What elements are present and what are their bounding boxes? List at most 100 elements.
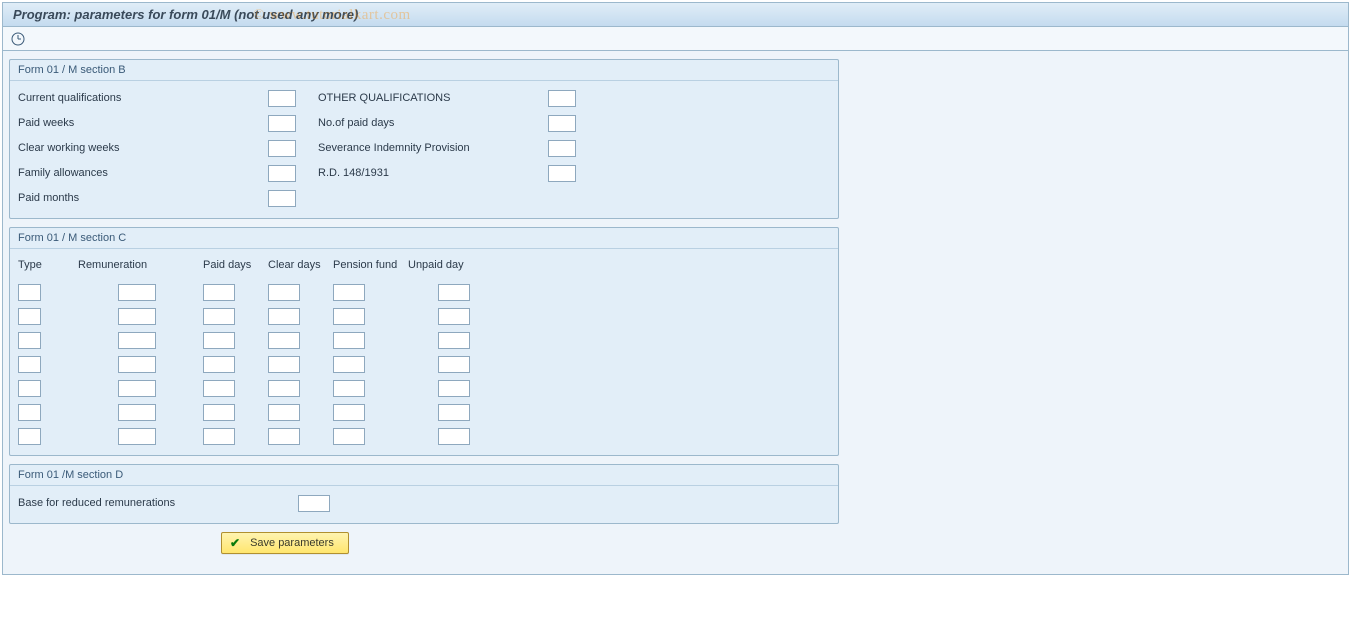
input-c-pension-fund[interactable] [333,284,365,301]
input-c-paid-days[interactable] [203,284,235,301]
input-c-unpaid-day[interactable] [438,332,470,349]
label-rd-148-1931: R.D. 148/1931 [318,167,548,179]
input-other-qualifications[interactable] [548,90,576,107]
input-c-clear-days[interactable] [268,380,300,397]
input-c-type[interactable] [18,308,41,325]
input-clear-working-weeks[interactable] [268,140,296,157]
section-b-row: Paid months [18,187,830,209]
section-c-rows [18,281,830,447]
input-c-pension-fund[interactable] [333,404,365,421]
input-c-pension-fund[interactable] [333,380,365,397]
label-current-qualifications: Current qualifications [18,92,268,104]
input-c-type[interactable] [18,404,41,421]
group-body-section-c: Type Remuneration Paid days Clear days P… [10,249,838,455]
content-area: Form 01 / M section B Current qualificat… [3,51,1348,574]
group-section-c: Form 01 / M section C Type Remuneration … [9,227,839,456]
title-bar: Program: parameters for form 01/M (not u… [3,3,1348,27]
group-title-section-b: Form 01 / M section B [10,60,838,81]
input-c-pension-fund[interactable] [333,332,365,349]
label-paid-months: Paid months [18,192,268,204]
input-c-paid-days[interactable] [203,404,235,421]
input-c-type[interactable] [18,428,41,445]
input-c-remuneration[interactable] [118,404,156,421]
header-paid-days: Paid days [203,259,268,271]
input-c-clear-days[interactable] [268,356,300,373]
input-current-qualifications[interactable] [268,90,296,107]
section-b-row: Clear working weeks Severance Indemnity … [18,137,830,159]
input-c-unpaid-day[interactable] [438,380,470,397]
section-c-header: Type Remuneration Paid days Clear days P… [18,255,830,275]
input-c-paid-days[interactable] [203,428,235,445]
input-c-remuneration[interactable] [118,284,156,301]
header-clear-days: Clear days [268,259,333,271]
input-family-allowances[interactable] [268,165,296,182]
input-c-remuneration[interactable] [118,380,156,397]
input-c-remuneration[interactable] [118,356,156,373]
input-c-remuneration[interactable] [118,428,156,445]
input-c-unpaid-day[interactable] [438,284,470,301]
label-clear-working-weeks: Clear working weeks [18,142,268,154]
save-parameters-button[interactable]: ✔ Save parameters [221,532,349,554]
input-c-type[interactable] [18,284,41,301]
input-base-reduced-remunerations[interactable] [298,495,330,512]
section-b-row: Family allowances R.D. 148/1931 [18,162,830,184]
watermark: © www.tutorialkart.com [253,7,411,24]
section-c-row [18,425,830,447]
input-c-unpaid-day[interactable] [438,356,470,373]
input-c-remuneration[interactable] [118,308,156,325]
input-c-clear-days[interactable] [268,332,300,349]
input-c-clear-days[interactable] [268,284,300,301]
input-c-type[interactable] [18,380,41,397]
input-c-unpaid-day[interactable] [438,428,470,445]
input-c-paid-days[interactable] [203,308,235,325]
label-paid-weeks: Paid weeks [18,117,268,129]
input-c-paid-days[interactable] [203,332,235,349]
group-title-section-d: Form 01 /M section D [10,465,838,486]
input-c-unpaid-day[interactable] [438,308,470,325]
execute-icon[interactable] [9,30,27,48]
input-paid-weeks[interactable] [268,115,296,132]
input-c-clear-days[interactable] [268,308,300,325]
input-c-type[interactable] [18,332,41,349]
header-remuneration: Remuneration [78,259,183,271]
header-unpaid-day: Unpaid day [408,259,478,271]
input-paid-days[interactable] [548,115,576,132]
label-base-reduced-remunerations: Base for reduced remunerations [18,497,298,509]
save-parameters-label: Save parameters [250,537,334,549]
input-c-remuneration[interactable] [118,332,156,349]
input-severance-indemnity[interactable] [548,140,576,157]
label-family-allowances: Family allowances [18,167,268,179]
input-c-pension-fund[interactable] [333,356,365,373]
action-row: ✔ Save parameters [221,532,1342,554]
input-c-paid-days[interactable] [203,356,235,373]
section-c-row [18,281,830,303]
input-c-pension-fund[interactable] [333,308,365,325]
section-c-row [18,305,830,327]
section-c-row [18,377,830,399]
label-severance-indemnity: Severance Indemnity Provision [318,142,548,154]
check-icon: ✔ [230,536,240,550]
group-title-section-c: Form 01 / M section C [10,228,838,249]
group-body-section-d: Base for reduced remunerations [10,486,838,523]
app-window: Program: parameters for form 01/M (not u… [2,2,1349,575]
group-section-d: Form 01 /M section D Base for reduced re… [9,464,839,524]
input-c-unpaid-day[interactable] [438,404,470,421]
input-c-clear-days[interactable] [268,404,300,421]
group-body-section-b: Current qualifications OTHER QUALIFICATI… [10,81,838,218]
input-paid-months[interactable] [268,190,296,207]
input-c-clear-days[interactable] [268,428,300,445]
label-paid-days: No.of paid days [318,117,548,129]
section-b-row: Current qualifications OTHER QUALIFICATI… [18,87,830,109]
label-other-qualifications: OTHER QUALIFICATIONS [318,92,548,104]
section-c-row [18,401,830,423]
section-c-row [18,353,830,375]
input-c-paid-days[interactable] [203,380,235,397]
input-rd-148-1931[interactable] [548,165,576,182]
input-c-pension-fund[interactable] [333,428,365,445]
header-pension-fund: Pension fund [333,259,408,271]
header-type: Type [18,259,78,271]
section-b-row: Paid weeks No.of paid days [18,112,830,134]
input-c-type[interactable] [18,356,41,373]
section-c-row [18,329,830,351]
toolbar [3,27,1348,51]
